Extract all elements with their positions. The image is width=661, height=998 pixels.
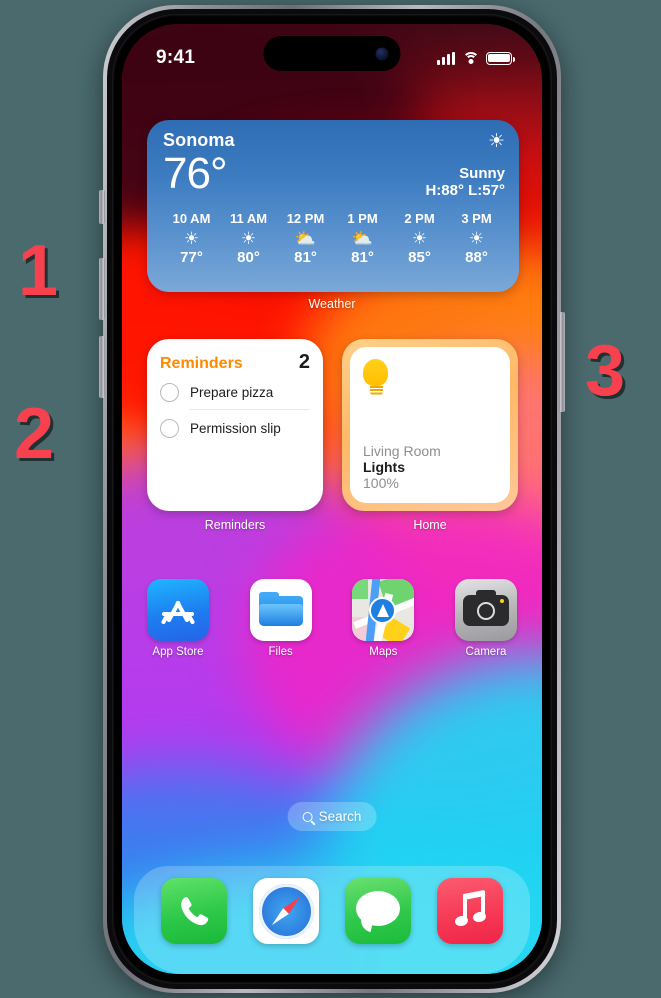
side-button[interactable] bbox=[559, 312, 565, 412]
lightbulb-icon bbox=[363, 359, 389, 397]
volume-down-button[interactable] bbox=[99, 336, 105, 398]
reminders-widget-label: Reminders bbox=[204, 518, 266, 532]
home-accessory-name: Lights bbox=[363, 459, 405, 475]
weather-widget-label: Weather bbox=[308, 297, 356, 311]
home-accessory-value: 100% bbox=[363, 475, 399, 491]
home-widget-label: Home bbox=[413, 518, 447, 532]
callout-number-2: 2 bbox=[14, 394, 54, 474]
dock bbox=[134, 866, 530, 974]
search-label: Search bbox=[318, 809, 362, 824]
callout-number-3: 3 bbox=[585, 331, 625, 411]
callout-number-1: 1 bbox=[18, 231, 58, 311]
cellular-bars-icon bbox=[437, 51, 455, 65]
home-room-name: Living Room bbox=[363, 443, 441, 459]
hour-time: 11 AM bbox=[229, 211, 268, 226]
battery-full-icon bbox=[486, 51, 515, 65]
hour-temp: 81° bbox=[351, 249, 374, 266]
hourly-item: 1 PM ⛅ 81° bbox=[334, 211, 391, 266]
app-icon-files[interactable]: Files bbox=[249, 579, 313, 658]
hour-weather-icon: ☀ bbox=[183, 229, 200, 248]
reminder-text: Permission slip bbox=[190, 421, 281, 436]
reminders-count: 2 bbox=[298, 351, 310, 373]
app-icon-maps[interactable]: Maps bbox=[351, 579, 415, 658]
front-camera-icon bbox=[375, 47, 389, 60]
weather-widget[interactable]: Sonoma 76° ☀ Sunny H:88° L:57° 10 AM ☀ 7… bbox=[147, 120, 519, 292]
app-label: Files bbox=[268, 646, 293, 658]
screenshot-stage: 1 2 3 9:41 Sonoma 76° ☀ Sunny H:88° L:57… bbox=[0, 0, 661, 998]
reminders-widget[interactable]: Reminders 2 Prepare pizza Permission sli… bbox=[147, 339, 323, 511]
hourly-item: 11 AM ☀ 80° bbox=[220, 211, 277, 266]
hour-weather-icon: ⛅ bbox=[351, 229, 374, 248]
hour-temp: 88° bbox=[465, 249, 488, 266]
hour-time: 10 AM bbox=[172, 211, 211, 226]
hourly-item: 3 PM ☀ 88° bbox=[448, 211, 505, 266]
app-icon-app-store[interactable]: App Store bbox=[146, 579, 210, 658]
ring-silent-switch[interactable] bbox=[99, 190, 105, 224]
wifi-icon bbox=[462, 51, 479, 65]
maps-icon bbox=[352, 579, 415, 641]
home-widget[interactable]: Living Room Lights 100% bbox=[342, 339, 518, 511]
app-icon-camera[interactable]: Camera bbox=[454, 579, 518, 658]
music-icon[interactable] bbox=[437, 878, 503, 944]
hour-time: 1 PM bbox=[347, 211, 378, 226]
iphone-screen: 9:41 Sonoma 76° ☀ Sunny H:88° L:57° 10 A… bbox=[122, 24, 542, 974]
weather-city: Sonoma bbox=[163, 130, 235, 150]
hour-weather-icon: ☀ bbox=[468, 229, 485, 248]
hour-temp: 80° bbox=[237, 249, 260, 266]
status-clock: 9:41 bbox=[156, 47, 196, 68]
app-label: App Store bbox=[152, 646, 204, 658]
hourly-item: 2 PM ☀ 85° bbox=[391, 211, 448, 266]
reminder-text: Prepare pizza bbox=[190, 385, 274, 400]
hour-time: 2 PM bbox=[404, 211, 435, 226]
safari-icon[interactable] bbox=[253, 878, 319, 944]
weather-high-low: H:88° L:57° bbox=[425, 182, 505, 199]
reminder-item[interactable]: Permission slip bbox=[160, 410, 310, 445]
files-icon bbox=[249, 579, 312, 641]
reminder-item[interactable]: Prepare pizza bbox=[160, 374, 310, 409]
checkbox-circle-icon[interactable] bbox=[160, 383, 179, 402]
hourly-item: 12 PM ⛅ 81° bbox=[277, 211, 334, 266]
hour-weather-icon: ⛅ bbox=[294, 229, 317, 248]
sun-icon: ☀ bbox=[487, 131, 505, 152]
hour-weather-icon: ☀ bbox=[411, 229, 428, 248]
phone-icon[interactable] bbox=[161, 878, 227, 944]
camera-icon bbox=[454, 579, 517, 641]
weather-hourly-forecast: 10 AM ☀ 77° 11 AM ☀ 80° 12 PM ⛅ 81° 1 PM… bbox=[163, 211, 505, 266]
hour-temp: 85° bbox=[408, 249, 431, 266]
app-label: Camera bbox=[465, 646, 507, 658]
hour-time: 3 PM bbox=[461, 211, 492, 226]
hour-weather-icon: ☀ bbox=[240, 229, 257, 248]
volume-up-button[interactable] bbox=[99, 258, 105, 320]
search-icon bbox=[302, 811, 313, 822]
hour-temp: 81° bbox=[294, 249, 317, 266]
app-label: Maps bbox=[369, 646, 398, 658]
checkbox-circle-icon[interactable] bbox=[160, 419, 179, 438]
hourly-item: 10 AM ☀ 77° bbox=[163, 211, 220, 266]
weather-temperature: 76° bbox=[163, 149, 228, 198]
weather-condition: Sunny bbox=[459, 165, 505, 182]
reminders-title: Reminders bbox=[160, 355, 243, 372]
app-store-icon bbox=[147, 579, 209, 641]
messages-icon[interactable] bbox=[345, 878, 411, 944]
hour-time: 12 PM bbox=[286, 211, 325, 226]
hour-temp: 77° bbox=[180, 249, 203, 266]
search-button[interactable]: Search bbox=[287, 802, 377, 831]
app-grid: App Store Files Maps Camera bbox=[146, 579, 518, 658]
dynamic-island[interactable] bbox=[263, 36, 401, 71]
